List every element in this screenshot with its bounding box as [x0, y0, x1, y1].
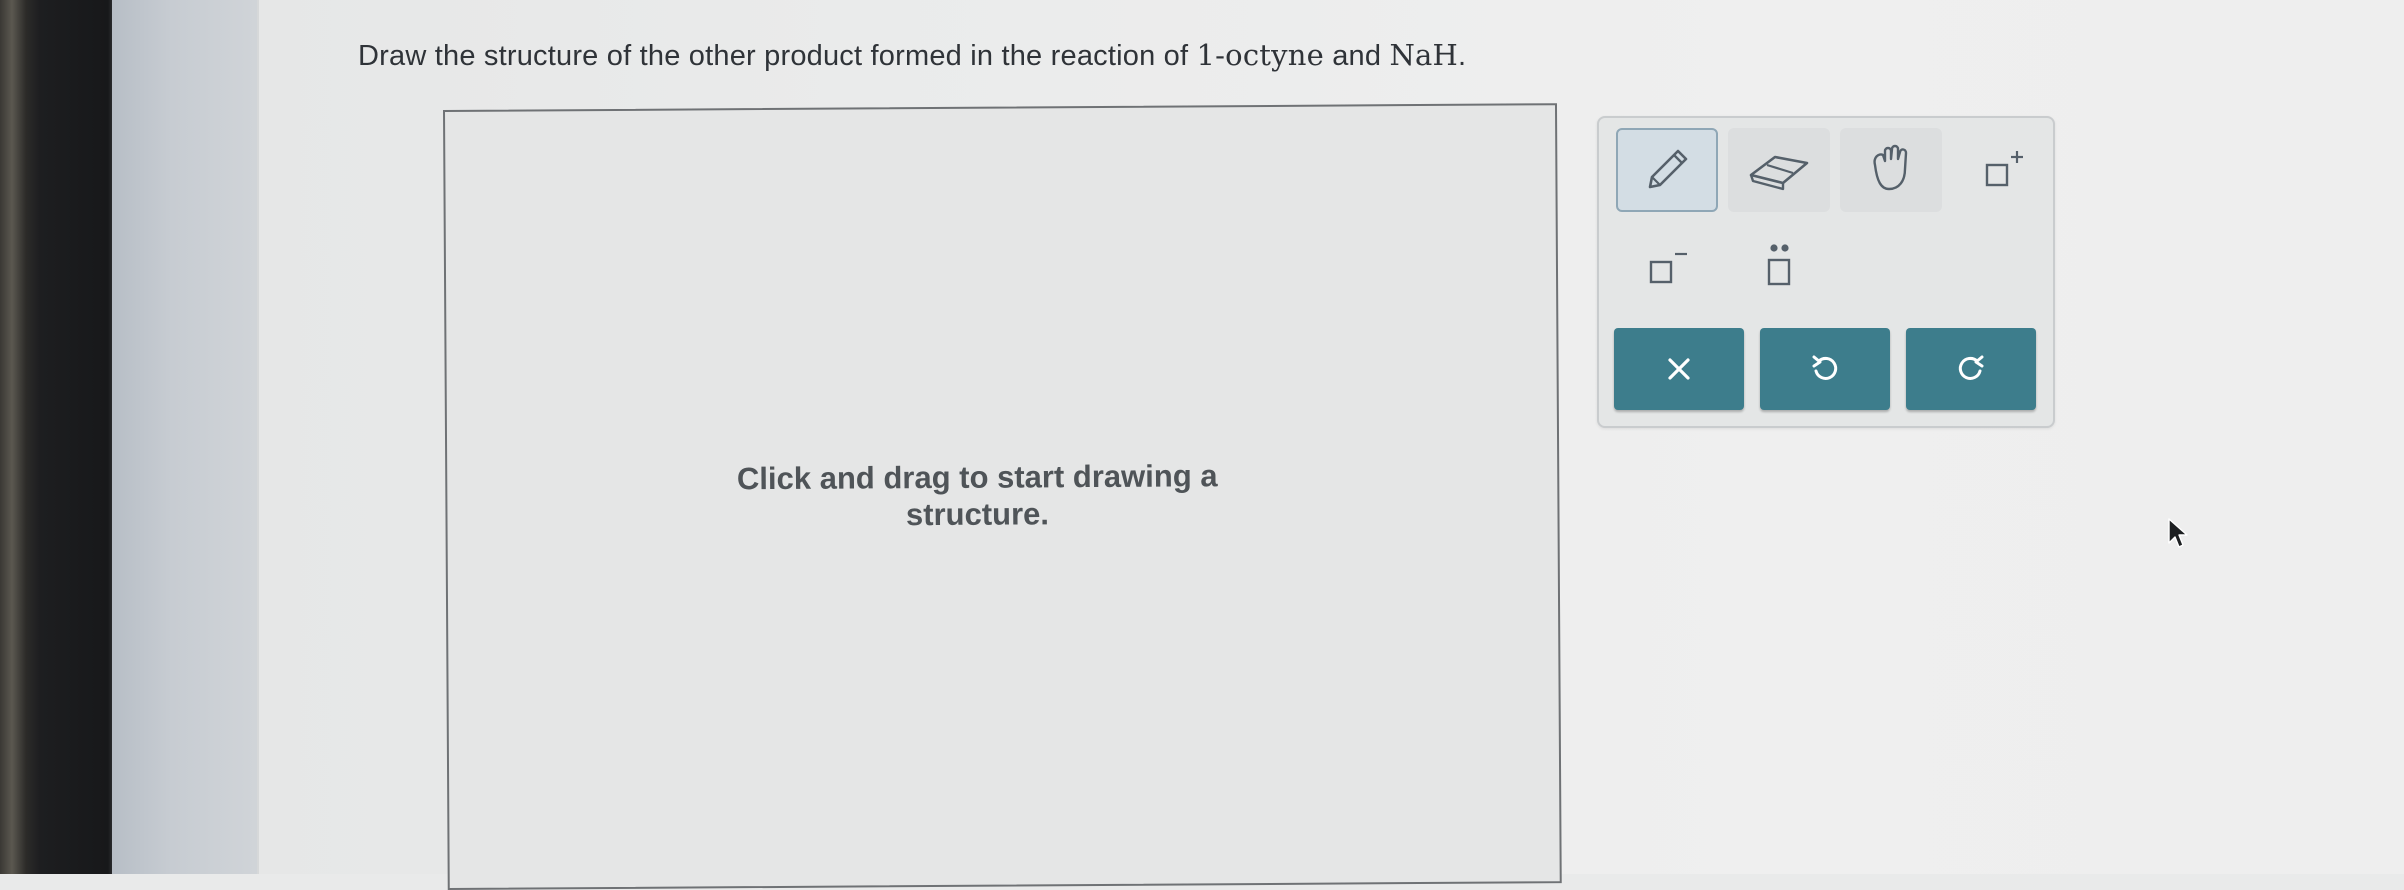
pencil-icon: [1648, 149, 1688, 189]
canvas-prompt-line2: structure.: [905, 496, 1050, 533]
lone-pair-icon: [1767, 244, 1791, 286]
redo-icon: [1958, 355, 1984, 380]
redo-button[interactable]: [1906, 328, 2036, 410]
drawing-canvas[interactable]: Click and drag to start drawing a struct…: [443, 103, 1562, 890]
drawing-toolbar: [1597, 116, 2055, 428]
monitor-bezel: [0, 0, 112, 874]
canvas-prompt: Click and drag to start drawing a struct…: [697, 457, 1257, 534]
undo-button[interactable]: [1760, 328, 1890, 410]
hand-icon: [1873, 144, 1908, 191]
negative-charge-tool-button[interactable]: [1616, 225, 1718, 309]
reagent-1: 1-octyne: [1196, 38, 1324, 72]
question-middle: and: [1323, 40, 1390, 72]
lone-pair-tool-button[interactable]: [1728, 225, 1830, 309]
clear-button[interactable]: [1614, 328, 1744, 410]
reagent-2: NaH: [1389, 38, 1459, 72]
positive-charge-icon: [1985, 151, 2023, 187]
canvas-prompt-line1: Click and drag to start drawing a: [736, 458, 1218, 497]
positive-charge-tool-button[interactable]: [1952, 128, 2054, 212]
question-suffix: .: [1458, 40, 1467, 72]
undo-icon: [1812, 355, 1838, 380]
hand-tool-button[interactable]: [1840, 128, 1942, 212]
eraser-icon: [1749, 155, 1809, 191]
question-text: Draw the structure of the other product …: [358, 38, 1466, 73]
eraser-tool-button[interactable]: [1728, 128, 1830, 212]
mouse-cursor-icon: [2167, 517, 2189, 556]
negative-charge-icon: [1649, 252, 1687, 284]
pencil-tool-button[interactable]: [1616, 128, 1718, 212]
question-prefix: Draw the structure of the other product …: [358, 40, 1197, 72]
side-panel: [112, 0, 257, 874]
clear-icon: [1668, 358, 1690, 380]
